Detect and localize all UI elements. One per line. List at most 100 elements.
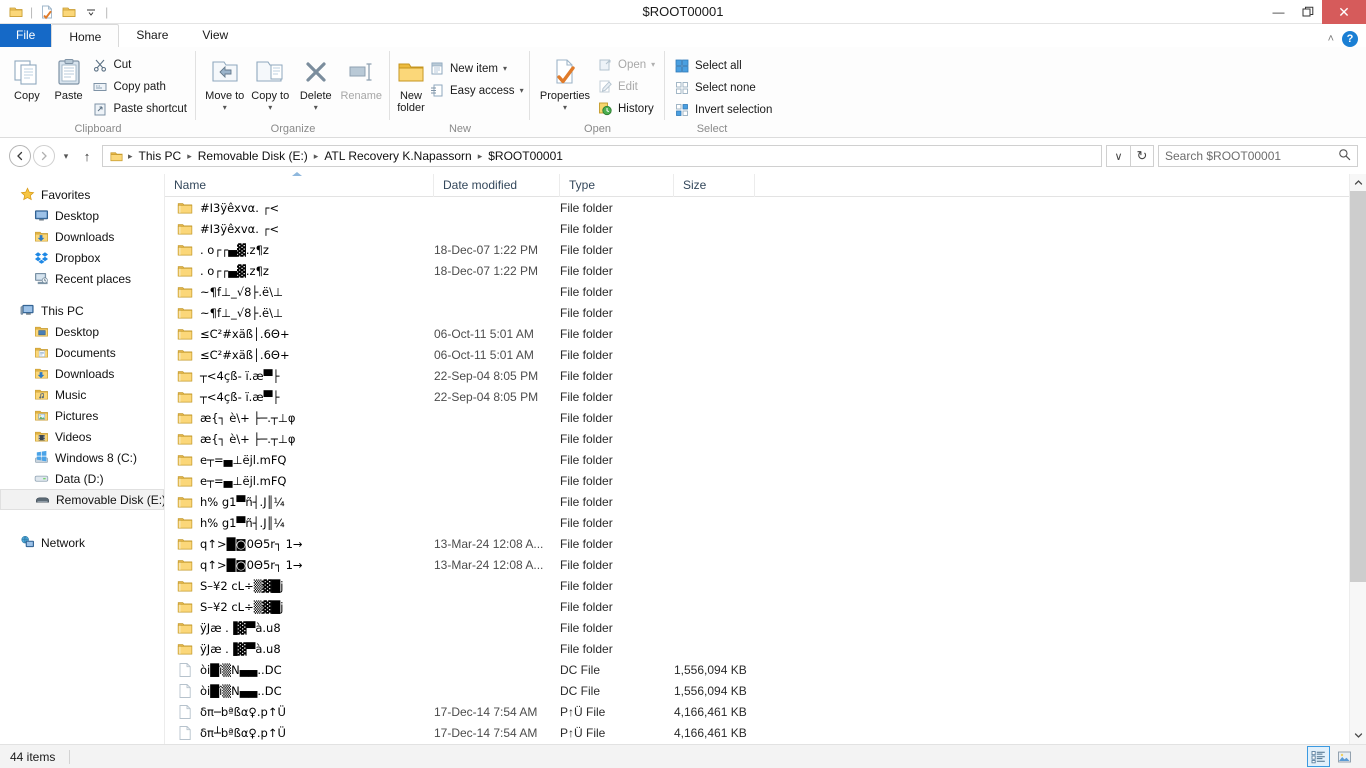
table-row[interactable]: ~¶f⊥_√8├.ë\⊥ File folder [165, 281, 1366, 302]
new-folder-button[interactable]: New folder [396, 51, 426, 114]
sidebar-item-data-d[interactable]: Data (D:) [0, 468, 164, 489]
breadcrumb-sep-0[interactable]: ▸ [126, 151, 135, 162]
table-row[interactable]: æ{┐ è\+ ├─.┬⊥φ File folder [165, 428, 1366, 449]
breadcrumb-item-root[interactable]: $ROOT00001 [484, 149, 567, 163]
sidebar-item-downloads-pc[interactable]: Downloads [0, 363, 164, 384]
table-row[interactable]: ≤C²#xäß│.6Θ+ 06-Oct-11 5:01 AM File folder [165, 344, 1366, 365]
table-row[interactable]: æ{┐ è\+ ├─.┬⊥φ File folder [165, 407, 1366, 428]
column-header-name[interactable]: Name [165, 173, 434, 197]
sidebar-section-favorites[interactable]: Favorites [0, 184, 164, 205]
table-row[interactable]: δπ┴bªßα♀.p↑Ü 17-Dec-14 7:54 AM P↑Ü File 4,1… [165, 722, 1366, 743]
scroll-up-arrow-icon[interactable] [1350, 174, 1366, 191]
search-box[interactable]: Search $ROOT00001 [1158, 145, 1358, 167]
scroll-down-arrow-icon[interactable] [1350, 727, 1366, 744]
vertical-scrollbar[interactable] [1349, 174, 1366, 744]
qat-new-folder-icon[interactable] [58, 1, 80, 23]
rename-button[interactable]: Rename [339, 51, 385, 102]
breadcrumb-item-this-pc[interactable]: This PC [135, 149, 186, 163]
table-row[interactable]: #I3ÿêxvα. ┌< File folder [165, 197, 1366, 218]
recent-locations-chevron-down-icon[interactable]: ▾ [56, 144, 76, 168]
cut-button[interactable]: Cut [89, 55, 190, 74]
breadcrumb[interactable]: ▸ This PC ▸ Removable Disk (E:) ▸ ATL Re… [102, 145, 1102, 167]
table-row[interactable]: q↑>█◙0Θ5r┐ 1→ 13-Mar-24 12:08 A... File fo… [165, 554, 1366, 575]
paste-shortcut-button[interactable]: Paste shortcut [89, 99, 190, 118]
search-input[interactable]: Search $ROOT00001 [1165, 149, 1338, 163]
sidebar-item-downloads-fav[interactable]: Downloads [0, 226, 164, 247]
table-row[interactable]: #I3ÿêxvα. ┌< File folder [165, 218, 1366, 239]
delete-chevron-down-icon[interactable]: ▾ [314, 102, 318, 114]
sidebar-item-videos[interactable]: Videos [0, 426, 164, 447]
table-row[interactable]: òi█î▒N▄▄..DC DC File 1,556,094 KB [165, 680, 1366, 701]
select-all-button[interactable]: Select all [671, 56, 775, 75]
scrollbar-thumb[interactable] [1350, 191, 1366, 582]
breadcrumb-sep-1[interactable]: ▸ [185, 151, 194, 162]
table-row[interactable]: . o┌┌▄▓.z¶z 18-Dec-07 1:22 PM File folder [165, 239, 1366, 260]
open-chevron-down-icon[interactable]: ▾ [651, 60, 655, 69]
table-row[interactable]: ┬<4çß- ï.æ▀├ 22-Sep-04 8:05 PM File folder [165, 386, 1366, 407]
new-item-button[interactable]: New item ▾ [426, 59, 527, 78]
table-row[interactable]: . o┌┌▄▓.z¶z 18-Dec-07 1:22 PM File folder [165, 260, 1366, 281]
refresh-button[interactable]: ↻ [1130, 145, 1154, 167]
restore-button[interactable] [1293, 0, 1322, 24]
collapse-ribbon-chevron-up-icon[interactable]: ˄ [1328, 33, 1334, 45]
table-row[interactable]: ≤C²#xäß│.6Θ+ 06-Oct-11 5:01 AM File folder [165, 323, 1366, 344]
table-row[interactable]: q↑>█◙0Θ5r┐ 1→ 13-Mar-24 12:08 A... File fo… [165, 533, 1366, 554]
sidebar-item-desktop-pc[interactable]: Desktop [0, 321, 164, 342]
column-header-size[interactable]: Size [674, 173, 755, 197]
sidebar-item-pictures[interactable]: Pictures [0, 405, 164, 426]
delete-button[interactable]: Delete ▾ [293, 51, 339, 114]
minimize-button[interactable]: — [1264, 0, 1293, 24]
table-row[interactable]: ÿJæ .▐▓▀à.u8 File folder [165, 638, 1366, 659]
column-header-type[interactable]: Type [560, 173, 674, 197]
sidebar-item-dropbox[interactable]: Dropbox [0, 247, 164, 268]
sidebar-item-desktop-fav[interactable]: Desktop [0, 205, 164, 226]
invert-selection-button[interactable]: Invert selection [671, 100, 775, 119]
column-header-date-modified[interactable]: Date modified [434, 173, 560, 197]
close-button[interactable]: ✕ [1322, 0, 1366, 24]
copy-button[interactable]: Copy [6, 51, 48, 102]
table-row[interactable]: ÿJæ .▐▓▀à.u8 File folder [165, 617, 1366, 638]
edit-button[interactable]: Edit [594, 77, 658, 96]
sidebar-item-windows-c[interactable]: Windows 8 (C:) [0, 447, 164, 468]
move-to-button[interactable]: Move to ▾ [202, 51, 248, 114]
table-row[interactable]: h% g1▀ñ┤.J║¼ File folder [165, 512, 1366, 533]
breadcrumb-sep-2[interactable]: ▸ [312, 151, 321, 162]
details-view-button[interactable] [1307, 746, 1330, 767]
customize-qat-chevron-down-icon[interactable] [80, 1, 102, 23]
breadcrumb-item-removable-disk[interactable]: Removable Disk (E:) [194, 149, 312, 163]
qat-new-item-icon[interactable] [36, 1, 58, 23]
properties-chevron-down-icon[interactable]: ▾ [563, 102, 567, 114]
table-row[interactable]: S–¥2 cL÷▒▓█j File folder [165, 596, 1366, 617]
copy-path-button[interactable]: Copy path [89, 77, 190, 96]
open-button[interactable]: Open ▾ [594, 55, 658, 74]
breadcrumb-item-atl-recovery[interactable]: ATL Recovery K.Napassorn [320, 149, 475, 163]
move-to-chevron-down-icon[interactable]: ▾ [223, 102, 227, 114]
tab-view[interactable]: View [185, 24, 245, 47]
copy-to-chevron-down-icon[interactable]: ▾ [268, 102, 272, 114]
table-row[interactable]: h% g1▀ñ┤.J║¼ File folder [165, 491, 1366, 512]
table-row[interactable]: e┬=▄⊥ëjl.mFQ File folder [165, 470, 1366, 491]
paste-button[interactable]: Paste [48, 51, 90, 102]
forward-button[interactable] [32, 144, 56, 168]
breadcrumb-sep-3[interactable]: ▸ [476, 151, 485, 162]
sidebar-section-this-pc[interactable]: This PC [0, 300, 164, 321]
qat-properties-icon[interactable] [5, 1, 27, 23]
sidebar-item-music[interactable]: Music [0, 384, 164, 405]
copy-to-button[interactable]: Copy to ▾ [248, 51, 294, 114]
easy-access-chevron-down-icon[interactable]: ▾ [520, 86, 524, 95]
sidebar-item-recent-places[interactable]: Recent places [0, 268, 164, 289]
table-row[interactable]: δπ─bªßα♀.p↑Ü 17-Dec-14 7:54 AM P↑Ü File 4,1… [165, 701, 1366, 722]
new-item-chevron-down-icon[interactable]: ▾ [503, 64, 507, 73]
address-dropdown-chevron-down-icon[interactable]: ∨ [1106, 145, 1130, 167]
up-button[interactable]: ↑ [76, 144, 98, 168]
table-row[interactable]: S–¥2 cL÷▒▓█j File folder [165, 575, 1366, 596]
history-button[interactable]: History [594, 99, 658, 118]
sidebar-item-removable-disk-e[interactable]: Removable Disk (E:) [0, 489, 164, 510]
tab-share[interactable]: Share [119, 24, 185, 47]
easy-access-button[interactable]: Easy access ▾ [426, 81, 527, 100]
sidebar-section-network[interactable]: Network [0, 532, 164, 553]
table-row[interactable]: ~¶f⊥_√8├.ë\⊥ File folder [165, 302, 1366, 323]
select-none-button[interactable]: Select none [671, 78, 775, 97]
properties-button[interactable]: Properties ▾ [536, 51, 594, 114]
table-row[interactable]: òi█î▒N▄▄..DC DC File 1,556,094 KB [165, 659, 1366, 680]
